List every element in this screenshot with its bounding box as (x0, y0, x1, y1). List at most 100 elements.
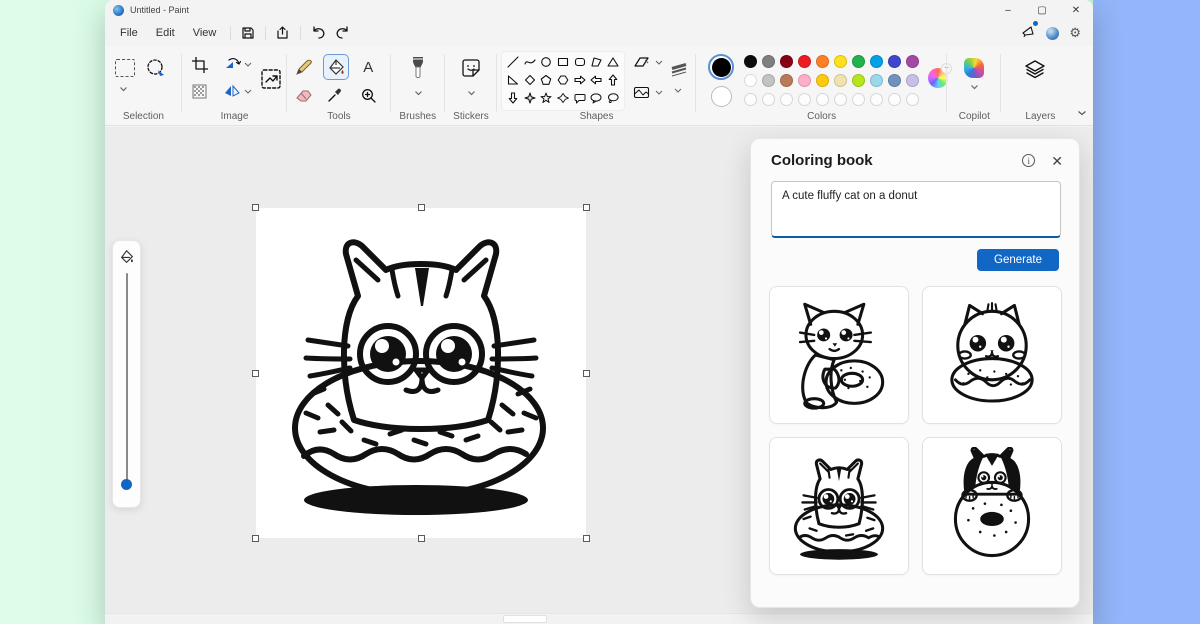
shape-cloud-callout-icon[interactable] (604, 90, 621, 105)
canvas[interactable] (256, 208, 586, 538)
save-icon[interactable] (236, 23, 260, 43)
shape-six-point-star-icon[interactable] (555, 90, 572, 105)
crop-icon[interactable] (192, 57, 208, 73)
color-swatch[interactable] (816, 74, 829, 87)
undo-icon[interactable] (306, 23, 330, 43)
stickers-chevron[interactable] (467, 90, 476, 96)
brushes-chevron[interactable] (414, 90, 423, 96)
shape-rectangle-icon[interactable] (555, 54, 572, 69)
magnifier-tool-icon[interactable] (357, 84, 379, 106)
selection-handle-se[interactable] (583, 535, 590, 542)
shape-curve-icon[interactable] (522, 54, 539, 69)
generated-image-3[interactable] (769, 437, 909, 575)
eyedropper-tool-icon[interactable] (323, 84, 345, 106)
shape-arrow-left-icon[interactable] (588, 72, 605, 87)
color-swatch[interactable] (834, 74, 847, 87)
selection-handle-s[interactable] (418, 535, 425, 542)
copilot-chevron[interactable] (970, 84, 979, 90)
color1-swatch[interactable] (708, 54, 734, 80)
color-swatch[interactable] (816, 55, 829, 68)
pencil-tool-icon[interactable] (293, 56, 315, 78)
menu-file[interactable]: File (111, 24, 147, 42)
rotate-chevron[interactable] (244, 62, 252, 67)
generate-button[interactable]: Generate (977, 249, 1059, 271)
empty-color-swatch[interactable] (780, 93, 793, 106)
color-swatch[interactable] (798, 74, 811, 87)
selection-handle-ne[interactable] (583, 204, 590, 211)
color-swatch[interactable] (762, 74, 775, 87)
account-globe-icon[interactable] (1046, 27, 1059, 40)
copilot-icon[interactable] (964, 58, 984, 78)
empty-color-swatch[interactable] (816, 93, 829, 106)
selection-handle-sw[interactable] (252, 535, 259, 542)
empty-color-swatch[interactable] (762, 93, 775, 106)
selection-handle-n[interactable] (418, 204, 425, 211)
empty-color-swatch[interactable] (834, 93, 847, 106)
shape-rounded-rectangle-icon[interactable] (571, 54, 588, 69)
color-swatch[interactable] (744, 55, 757, 68)
empty-color-swatch[interactable] (852, 93, 865, 106)
color-swatch[interactable] (852, 74, 865, 87)
edit-colors-wheel-icon[interactable] (928, 68, 948, 88)
color-swatch[interactable] (870, 74, 883, 87)
selection-handle-nw[interactable] (252, 204, 259, 211)
shape-five-point-star-icon[interactable] (538, 90, 555, 105)
shape-outline-icon[interactable] (633, 56, 650, 69)
layers-icon[interactable] (1023, 58, 1047, 82)
shape-line-icon[interactable] (505, 54, 522, 69)
size-slider-track[interactable] (126, 273, 128, 485)
empty-color-swatch[interactable] (906, 93, 919, 106)
color-swatch[interactable] (744, 74, 757, 87)
selection-handle-e[interactable] (583, 370, 590, 377)
background-removal-icon[interactable] (192, 84, 207, 99)
color-swatch[interactable] (906, 55, 919, 68)
shape-triangle-icon[interactable] (604, 54, 621, 69)
shape-diamond-icon[interactable] (522, 72, 539, 87)
empty-color-swatch[interactable] (870, 93, 883, 106)
share-icon[interactable] (271, 23, 295, 43)
shape-arrow-right-icon[interactable] (571, 72, 588, 87)
rotate-icon[interactable] (224, 57, 241, 72)
shape-pentagon-icon[interactable] (538, 72, 555, 87)
stroke-width-chevron[interactable] (674, 88, 682, 93)
generated-image-1[interactable] (769, 286, 909, 424)
settings-gear-icon[interactable]: ⚙ (1069, 25, 1081, 41)
redo-icon[interactable] (330, 23, 354, 43)
shape-rounded-callout-icon[interactable] (571, 90, 588, 105)
color-swatch[interactable] (834, 55, 847, 68)
fill-tool-icon[interactable] (323, 54, 349, 80)
color-swatch[interactable] (906, 74, 919, 87)
stroke-width-icon[interactable] (669, 62, 689, 80)
color-swatch[interactable] (780, 55, 793, 68)
prompt-input[interactable]: A cute fluffy cat on a donut (771, 181, 1061, 238)
empty-color-swatch[interactable] (888, 93, 901, 106)
maximize-button[interactable]: ▢ (1025, 0, 1059, 20)
free-select-icon[interactable] (145, 57, 167, 79)
eraser-tool-icon[interactable] (293, 84, 315, 106)
size-slider-thumb[interactable] (121, 479, 132, 490)
outline-chevron[interactable] (655, 60, 663, 65)
generated-image-4[interactable] (922, 437, 1062, 575)
shape-arrow-up-icon[interactable] (604, 72, 621, 87)
shape-arrow-down-icon[interactable] (505, 90, 522, 105)
shape-oval-callout-icon[interactable] (588, 90, 605, 105)
selection-dropdown-chevron[interactable] (119, 86, 128, 92)
flip-chevron[interactable] (244, 89, 252, 94)
color-swatch[interactable] (888, 74, 901, 87)
flip-icon[interactable] (224, 84, 240, 98)
shape-oval-icon[interactable] (538, 54, 555, 69)
shape-four-point-star-icon[interactable] (522, 90, 539, 105)
menu-edit[interactable]: Edit (147, 24, 184, 42)
color-swatch[interactable] (888, 55, 901, 68)
brush-icon[interactable] (409, 56, 427, 80)
fill-style-chevron[interactable] (655, 90, 663, 95)
color-swatch[interactable] (852, 55, 865, 68)
shape-hexagon-icon[interactable] (555, 72, 572, 87)
info-icon[interactable]: i (1022, 154, 1035, 167)
empty-color-swatch[interactable] (798, 93, 811, 106)
text-tool-icon[interactable]: A (357, 56, 379, 78)
panel-close-icon[interactable]: ✕ (1051, 154, 1063, 168)
empty-color-swatch[interactable] (744, 93, 757, 106)
color-swatch[interactable] (870, 55, 883, 68)
color-swatch[interactable] (762, 55, 775, 68)
